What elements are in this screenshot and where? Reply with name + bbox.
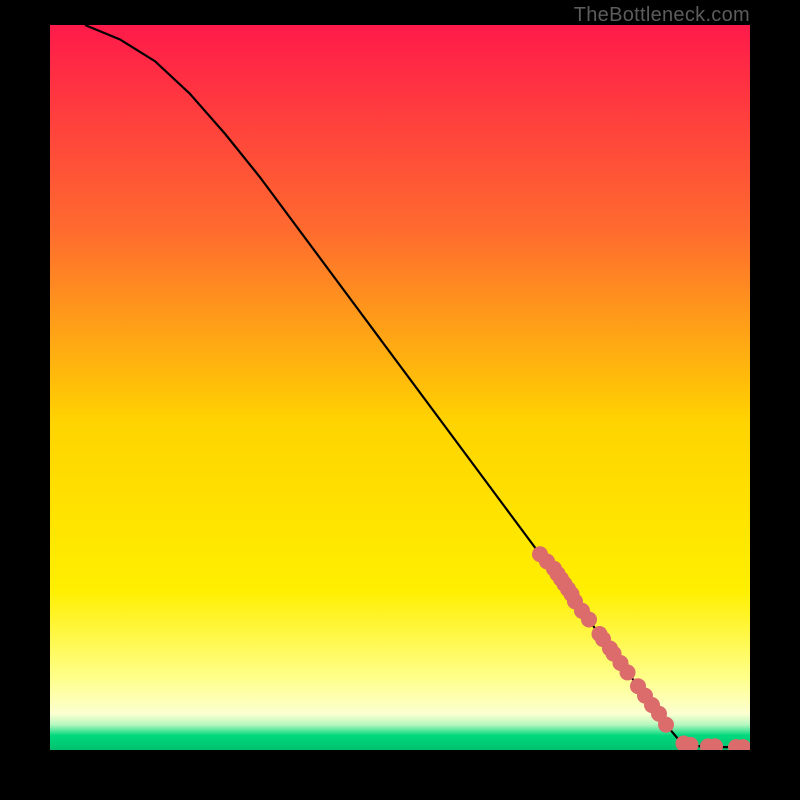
data-point <box>581 612 597 628</box>
chart-plot <box>50 25 750 750</box>
chart-frame: TheBottleneck.com <box>0 0 800 800</box>
data-point <box>620 664 636 680</box>
data-point <box>658 717 674 733</box>
gradient-background <box>50 25 750 750</box>
watermark-text: TheBottleneck.com <box>574 4 750 27</box>
